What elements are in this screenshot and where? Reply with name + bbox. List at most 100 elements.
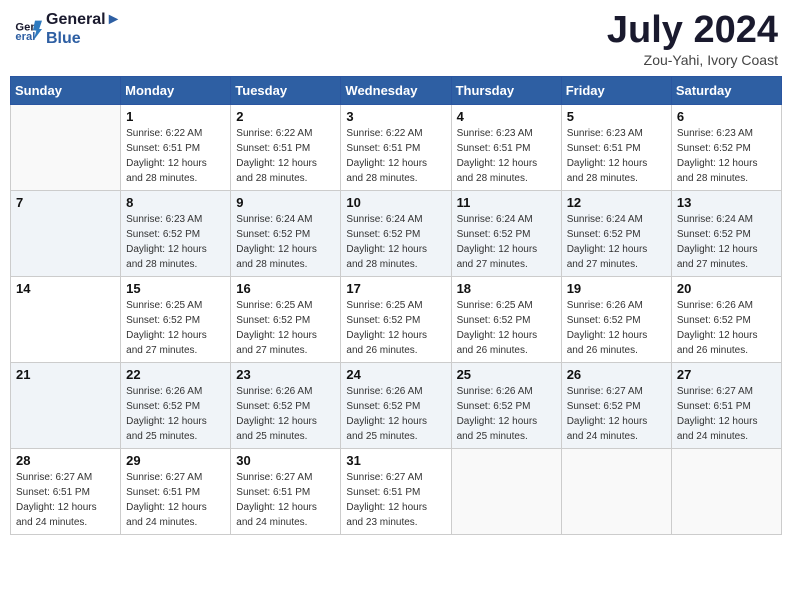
day-detail: Sunrise: 6:22 AMSunset: 6:51 PMDaylight:… [126,126,225,186]
day-detail: Sunrise: 6:25 AMSunset: 6:52 PMDaylight:… [236,298,335,358]
day-detail: Sunrise: 6:25 AMSunset: 6:52 PMDaylight:… [346,298,445,358]
calendar-cell: 25 Sunrise: 6:26 AMSunset: 6:52 PMDayligh… [451,362,561,448]
calendar-cell: 21 [11,362,121,448]
calendar-header-thursday: Thursday [451,76,561,104]
calendar-cell: 15 Sunrise: 6:25 AMSunset: 6:52 PMDayligh… [121,276,231,362]
calendar-cell: 19Sunrise: 6:26 AMSunset: 6:52 PMDayligh… [561,276,671,362]
day-detail: Sunrise: 6:27 AMSunset: 6:52 PMDaylight:… [567,384,666,444]
calendar-cell: 18 Sunrise: 6:25 AMSunset: 6:52 PMDayligh… [451,276,561,362]
day-number: 11 [457,195,556,210]
day-detail: Sunrise: 6:23 AMSunset: 6:51 PMDaylight:… [457,126,556,186]
day-detail: Sunrise: 6:27 AMSunset: 6:51 PMDaylight:… [236,470,335,530]
day-number: 30 [236,453,335,468]
day-number: 15 [126,281,225,296]
calendar-cell: 20 Sunrise: 6:26 AMSunset: 6:52 PMDayligh… [671,276,781,362]
day-number: 3 [346,109,445,124]
calendar-cell: 3 Sunrise: 6:22 AMSunset: 6:51 PMDaylight… [341,104,451,190]
calendar-header-friday: Friday [561,76,671,104]
calendar-header-tuesday: Tuesday [231,76,341,104]
day-number: 7 [16,195,115,210]
calendar-header-sunday: Sunday [11,76,121,104]
calendar-cell: 28 Sunrise: 6:27 AMSunset: 6:51 PMDayligh… [11,448,121,534]
calendar-cell [451,448,561,534]
day-detail: Sunrise: 6:23 AMSunset: 6:51 PMDaylight:… [567,126,666,186]
day-detail: Sunrise: 6:23 AMSunset: 6:52 PMDaylight:… [126,212,225,272]
page-header: Gen eral General► Blue July 2024 Zou-Yah… [10,10,782,68]
calendar-cell: 9 Sunrise: 6:24 AMSunset: 6:52 PMDaylight… [231,190,341,276]
day-detail: Sunrise: 6:24 AMSunset: 6:52 PMDaylight:… [236,212,335,272]
calendar-cell: 14 [11,276,121,362]
location: Zou-Yahi, Ivory Coast [607,52,778,68]
day-number: 12 [567,195,666,210]
day-detail: Sunrise: 6:26 AMSunset: 6:52 PMDaylight:… [567,298,666,358]
day-number: 21 [16,367,115,382]
day-detail: Sunrise: 6:24 AMSunset: 6:52 PMDaylight:… [457,212,556,272]
calendar-cell: 13 Sunrise: 6:24 AMSunset: 6:52 PMDayligh… [671,190,781,276]
day-number: 17 [346,281,445,296]
day-detail: Sunrise: 6:26 AMSunset: 6:52 PMDaylight:… [677,298,776,358]
day-number: 26 [567,367,666,382]
day-number: 5 [567,109,666,124]
calendar-cell: 29 Sunrise: 6:27 AMSunset: 6:51 PMDayligh… [121,448,231,534]
day-detail: Sunrise: 6:22 AMSunset: 6:51 PMDaylight:… [346,126,445,186]
day-detail: Sunrise: 6:27 AMSunset: 6:51 PMDaylight:… [346,470,445,530]
day-detail: Sunrise: 6:26 AMSunset: 6:52 PMDaylight:… [346,384,445,444]
day-number: 18 [457,281,556,296]
day-number: 6 [677,109,776,124]
day-number: 20 [677,281,776,296]
calendar-header-saturday: Saturday [671,76,781,104]
calendar-header-row: SundayMondayTuesdayWednesdayThursdayFrid… [11,76,782,104]
day-detail: Sunrise: 6:24 AMSunset: 6:52 PMDaylight:… [677,212,776,272]
calendar-week-row: 1 Sunrise: 6:22 AMSunset: 6:51 PMDaylight… [11,104,782,190]
calendar-cell: 2 Sunrise: 6:22 AMSunset: 6:51 PMDaylight… [231,104,341,190]
day-detail: Sunrise: 6:26 AMSunset: 6:52 PMDaylight:… [236,384,335,444]
day-detail: Sunrise: 6:25 AMSunset: 6:52 PMDaylight:… [126,298,225,358]
day-number: 23 [236,367,335,382]
day-detail: Sunrise: 6:27 AMSunset: 6:51 PMDaylight:… [677,384,776,444]
calendar-cell: 22 Sunrise: 6:26 AMSunset: 6:52 PMDayligh… [121,362,231,448]
day-detail: Sunrise: 6:26 AMSunset: 6:52 PMDaylight:… [126,384,225,444]
day-number: 16 [236,281,335,296]
calendar-cell: 27 Sunrise: 6:27 AMSunset: 6:51 PMDayligh… [671,362,781,448]
calendar-cell: 7 [11,190,121,276]
calendar-cell: 12 Sunrise: 6:24 AMSunset: 6:52 PMDayligh… [561,190,671,276]
day-number: 29 [126,453,225,468]
calendar-cell: 4Sunrise: 6:23 AMSunset: 6:51 PMDaylight… [451,104,561,190]
day-detail: Sunrise: 6:25 AMSunset: 6:52 PMDaylight:… [457,298,556,358]
day-detail: Sunrise: 6:27 AMSunset: 6:51 PMDaylight:… [126,470,225,530]
calendar-cell: 26 Sunrise: 6:27 AMSunset: 6:52 PMDayligh… [561,362,671,448]
calendar-cell [561,448,671,534]
day-number: 27 [677,367,776,382]
day-number: 25 [457,367,556,382]
calendar-cell: 24Sunrise: 6:26 AMSunset: 6:52 PMDayligh… [341,362,451,448]
calendar-cell: 16 Sunrise: 6:25 AMSunset: 6:52 PMDayligh… [231,276,341,362]
calendar-cell [671,448,781,534]
day-number: 31 [346,453,445,468]
calendar-week-row: 21 22 Sunrise: 6:26 AMSunset: 6:52 PMDayli… [11,362,782,448]
calendar-cell: 8Sunrise: 6:23 AMSunset: 6:52 PMDaylight… [121,190,231,276]
day-number: 13 [677,195,776,210]
day-number: 1 [126,109,225,124]
calendar-cell: 6Sunrise: 6:23 AMSunset: 6:52 PMDaylight… [671,104,781,190]
calendar-header-wednesday: Wednesday [341,76,451,104]
calendar-cell: 1 Sunrise: 6:22 AMSunset: 6:51 PMDaylight… [121,104,231,190]
title-block: July 2024 Zou-Yahi, Ivory Coast [607,10,778,68]
day-detail: Sunrise: 6:24 AMSunset: 6:52 PMDaylight:… [567,212,666,272]
day-detail: Sunrise: 6:27 AMSunset: 6:51 PMDaylight:… [16,470,115,530]
day-detail: Sunrise: 6:22 AMSunset: 6:51 PMDaylight:… [236,126,335,186]
day-number: 28 [16,453,115,468]
calendar-cell [11,104,121,190]
logo: Gen eral General► Blue [14,10,121,48]
day-number: 14 [16,281,115,296]
calendar-week-row: 7 8Sunrise: 6:23 AMSunset: 6:52 PMDayligh… [11,190,782,276]
day-number: 2 [236,109,335,124]
day-number: 9 [236,195,335,210]
calendar-week-row: 14 15 Sunrise: 6:25 AMSunset: 6:52 PMDayli… [11,276,782,362]
calendar-cell: 23 Sunrise: 6:26 AMSunset: 6:52 PMDayligh… [231,362,341,448]
day-detail: Sunrise: 6:26 AMSunset: 6:52 PMDaylight:… [457,384,556,444]
month-title: July 2024 [607,10,778,52]
logo-text: General► Blue [46,10,121,48]
day-number: 10 [346,195,445,210]
day-detail: Sunrise: 6:24 AMSunset: 6:52 PMDaylight:… [346,212,445,272]
day-number: 22 [126,367,225,382]
